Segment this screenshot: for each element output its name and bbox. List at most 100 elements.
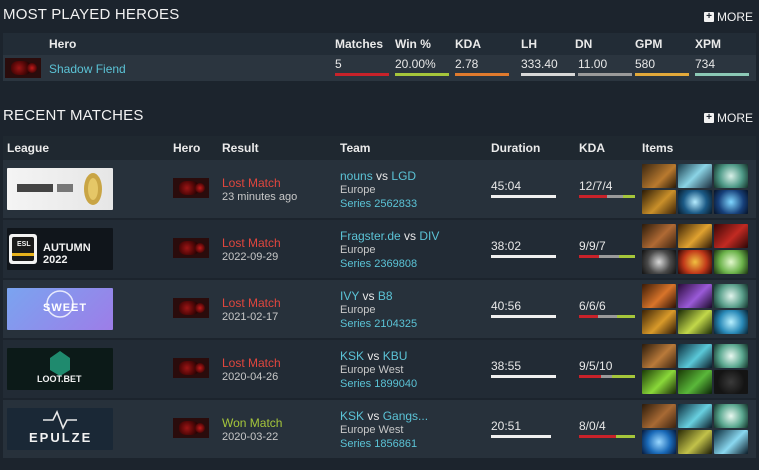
stat-kda: 2.78 <box>455 57 479 71</box>
stat-win: 20.00% <box>395 57 436 71</box>
item-icon[interactable] <box>678 430 712 454</box>
match-result[interactable]: Lost Match <box>222 236 281 250</box>
item-icon[interactable] <box>678 250 712 274</box>
series-link[interactable]: Series 2369808 <box>340 258 417 270</box>
item-icon[interactable] <box>714 310 748 334</box>
match-row[interactable]: EPULZE Won Match 2020-03-22 KSK vs Gangs… <box>3 400 756 458</box>
team-b-link[interactable]: Gangs... <box>383 409 428 423</box>
item-icon[interactable] <box>678 284 712 308</box>
team-a-link[interactable]: KSK <box>340 349 364 363</box>
item-icon[interactable] <box>642 250 676 274</box>
match-duration: 20:51 <box>491 419 522 433</box>
league-logo-lootbet[interactable]: LOOT.BET <box>7 348 113 390</box>
team-b-link[interactable]: DIV <box>419 229 439 243</box>
team-a-link[interactable]: nouns <box>340 169 373 183</box>
match-row[interactable]: Lost Match 23 minutes ago nouns vs LGD E… <box>3 160 756 218</box>
series-link[interactable]: Series 2104325 <box>340 318 417 330</box>
item-icon[interactable] <box>642 224 676 248</box>
shadow-fiend-hero-icon[interactable] <box>5 58 41 78</box>
item-icon[interactable] <box>642 404 676 428</box>
region: Europe <box>340 244 376 256</box>
item-icon[interactable] <box>714 224 748 248</box>
match-result[interactable]: Lost Match <box>222 296 281 310</box>
duration-bar <box>491 375 556 378</box>
item-icon[interactable] <box>714 190 748 214</box>
stat-lh: 333.40 <box>521 57 558 71</box>
col-kda: KDA <box>455 37 481 51</box>
item-icon[interactable] <box>714 430 748 454</box>
item-icon[interactable] <box>642 430 676 454</box>
match-date: 2022-09-29 <box>222 251 279 263</box>
col-xpm: XPM <box>695 37 722 51</box>
match-date: 2021-02-17 <box>222 311 279 323</box>
item-icon[interactable] <box>678 310 712 334</box>
shadow-fiend-hero-icon[interactable] <box>173 298 209 318</box>
team-b-link[interactable]: LGD <box>391 169 416 183</box>
most-played-title: MOST PLAYED HEROES <box>3 6 180 23</box>
item-icon[interactable] <box>714 370 748 394</box>
league-logo-esl-autumn-2022[interactable]: ESL AUTUMN 2022 <box>7 228 113 270</box>
team-a-link[interactable]: Fragster.de <box>340 229 401 243</box>
item-icon[interactable] <box>714 250 748 274</box>
hero-name-link[interactable]: Shadow Fiend <box>49 62 126 76</box>
shadow-fiend-hero-icon[interactable] <box>173 178 209 198</box>
team-b-link[interactable]: B8 <box>378 289 393 303</box>
league-name: EPULZE <box>29 430 93 445</box>
item-icon[interactable] <box>714 404 748 428</box>
league-name: LOOT.BET <box>37 374 82 384</box>
teams: KSK vs Gangs... <box>340 409 428 423</box>
xpm-bar <box>695 73 749 76</box>
team-a-link[interactable]: IVY <box>340 289 359 303</box>
kda-bar <box>455 73 509 76</box>
item-icon[interactable] <box>642 344 676 368</box>
item-icon[interactable] <box>714 284 748 308</box>
more-label: MORE <box>717 111 753 125</box>
kda-bar <box>579 435 635 438</box>
col-team: Team <box>340 141 371 155</box>
match-result[interactable]: Lost Match <box>222 176 281 190</box>
team-b-link[interactable]: KBU <box>383 349 408 363</box>
series-link[interactable]: Series 2562833 <box>340 198 417 210</box>
vs-label: vs <box>367 349 380 363</box>
match-result[interactable]: Won Match <box>222 416 282 430</box>
teams: Fragster.de vs DIV <box>340 229 439 243</box>
shadow-fiend-hero-icon[interactable] <box>173 418 209 438</box>
match-kda: 12/7/4 <box>579 179 613 193</box>
item-icon[interactable] <box>642 370 676 394</box>
team-a-link[interactable]: KSK <box>340 409 364 423</box>
series-link[interactable]: Series 1856861 <box>340 438 417 450</box>
match-kda: 6/6/6 <box>579 299 606 313</box>
match-row[interactable]: SWEET Lost Match 2021-02-17 IVY vs B8 Eu… <box>3 280 756 338</box>
item-icon[interactable] <box>678 190 712 214</box>
item-icon[interactable] <box>714 344 748 368</box>
matches-bar <box>335 73 389 76</box>
hero-stats-row[interactable]: Shadow Fiend 5 20.00% 2.78 333.40 11.00 … <box>3 55 756 81</box>
match-row[interactable]: ESL AUTUMN 2022 Lost Match 2022-09-29 Fr… <box>3 220 756 278</box>
item-icon[interactable] <box>678 344 712 368</box>
match-row[interactable]: LOOT.BET Lost Match 2020-04-26 KSK vs KB… <box>3 340 756 398</box>
most-played-more-button[interactable]: + MORE <box>704 10 753 24</box>
league-logo-epulze[interactable]: EPULZE <box>7 408 113 450</box>
item-icon[interactable] <box>642 310 676 334</box>
items-grid <box>642 344 748 396</box>
kda-bar <box>579 375 635 378</box>
match-duration: 38:02 <box>491 239 522 253</box>
series-link[interactable]: Series 1899040 <box>340 378 417 390</box>
item-icon[interactable] <box>642 164 676 188</box>
recent-matches-more-button[interactable]: + MORE <box>704 111 753 125</box>
item-icon[interactable] <box>678 164 712 188</box>
item-icon[interactable] <box>642 190 676 214</box>
item-icon[interactable] <box>642 284 676 308</box>
kda-bar <box>579 195 635 198</box>
item-icon[interactable] <box>678 224 712 248</box>
league-logo-esports-world-cup[interactable] <box>7 168 113 210</box>
item-icon[interactable] <box>678 370 712 394</box>
match-result[interactable]: Lost Match <box>222 356 281 370</box>
item-icon[interactable] <box>678 404 712 428</box>
col-duration: Duration <box>491 141 541 155</box>
item-icon[interactable] <box>714 164 748 188</box>
shadow-fiend-hero-icon[interactable] <box>173 238 209 258</box>
shadow-fiend-hero-icon[interactable] <box>173 358 209 378</box>
league-name: SWEET <box>43 302 88 314</box>
league-logo-sweet[interactable]: SWEET <box>7 288 113 330</box>
